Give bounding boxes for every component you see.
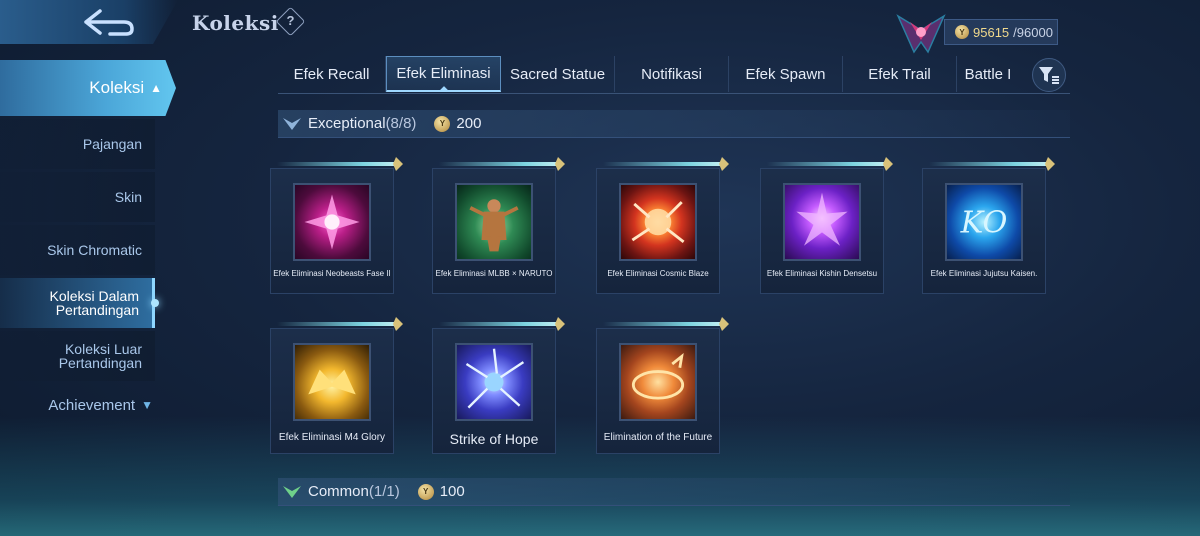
svg-text:KO: KO bbox=[960, 205, 1008, 240]
sidebar-item-label: Koleksi Luar Pertandingan bbox=[58, 341, 142, 371]
section-common: Common (1/1) Y 100 bbox=[278, 478, 1070, 506]
section-name: Common bbox=[308, 483, 369, 500]
chevron-up-icon: ▲ bbox=[150, 81, 162, 95]
tier-chevron-icon bbox=[283, 117, 301, 130]
effect-thumbnail bbox=[293, 183, 371, 261]
back-arrow-icon bbox=[84, 9, 134, 36]
back-button[interactable] bbox=[0, 0, 178, 44]
corner-ornament-icon bbox=[555, 157, 565, 171]
corner-ornament-icon bbox=[1045, 157, 1055, 171]
sidebar-item-koleksi-luar-pertandingan[interactable]: Koleksi Luar Pertandingan bbox=[0, 331, 155, 381]
tab-efek-recall[interactable]: Efek Recall bbox=[278, 56, 386, 92]
coin-icon: Y bbox=[434, 115, 451, 132]
sidebar: Koleksi ▲ Pajangan Skin Skin Chromatic K… bbox=[0, 60, 180, 425]
sidebar-item-koleksi-dalam-pertandingan[interactable]: Koleksi Dalam Pertandingan bbox=[0, 278, 159, 328]
tab-efek-spawn[interactable]: Efek Spawn bbox=[729, 56, 843, 92]
effect-thumbnail bbox=[293, 343, 371, 421]
section-cost-value: 100 bbox=[439, 483, 465, 500]
section-count: (1/1) bbox=[368, 483, 400, 500]
question-icon[interactable]: ? bbox=[275, 6, 306, 37]
card-label: Efek Eliminasi Jujutsu Kaisen. bbox=[930, 269, 1038, 278]
coin-icon: Y bbox=[955, 25, 969, 39]
rank-emblem-icon bbox=[896, 14, 946, 54]
filter-button[interactable] bbox=[1032, 58, 1066, 92]
currency-max: /96000 bbox=[1013, 24, 1053, 40]
card-topline bbox=[603, 322, 725, 326]
card-label: Efek Eliminasi Neobeasts Fase II bbox=[273, 269, 391, 278]
filter-icon bbox=[1039, 67, 1059, 84]
card-topline bbox=[439, 322, 561, 326]
card-label: Efek Eliminasi Kishin Densetsu bbox=[766, 269, 878, 278]
card-jujutsu-kaisen[interactable]: KO Efek Eliminasi Jujutsu Kaisen. bbox=[922, 157, 1055, 294]
chevron-down-icon: ▼ bbox=[141, 398, 153, 412]
effect-thumbnail bbox=[783, 183, 861, 261]
page-title: Koleksi bbox=[192, 11, 279, 35]
tab-efek-trail[interactable]: Efek Trail bbox=[843, 56, 957, 92]
coin-icon: Y bbox=[417, 483, 434, 500]
corner-ornament-icon bbox=[555, 317, 565, 331]
effect-thumbnail bbox=[455, 183, 533, 261]
card-label: Efek Eliminasi MLBB × NARUTO bbox=[435, 269, 553, 278]
card-cosmic-blaze[interactable]: Efek Eliminasi Cosmic Blaze bbox=[596, 157, 729, 294]
corner-ornament-icon bbox=[883, 157, 893, 171]
sidebar-item-achievement[interactable]: Achievement ▼ bbox=[0, 385, 155, 425]
corner-ornament-icon bbox=[719, 317, 729, 331]
card-m4-glory[interactable]: Efek Eliminasi M4 Glory bbox=[270, 317, 403, 454]
corner-ornament-icon bbox=[393, 317, 403, 331]
card-topline bbox=[277, 162, 399, 166]
tab-battle[interactable]: Battle I bbox=[957, 56, 1019, 92]
sidebar-item-skin[interactable]: Skin bbox=[0, 172, 155, 222]
sidebar-item-label: Skin Chromatic bbox=[47, 242, 142, 258]
card-topline bbox=[603, 162, 725, 166]
corner-ornament-icon bbox=[719, 157, 729, 171]
tab-notifikasi[interactable]: Notifikasi bbox=[615, 56, 729, 92]
card-strike-of-hope[interactable]: Strike of Hope bbox=[432, 317, 565, 454]
sidebar-item-pajangan[interactable]: Pajangan bbox=[0, 119, 155, 169]
section-name: Exceptional bbox=[308, 115, 386, 132]
corner-ornament-icon bbox=[393, 157, 403, 171]
section-cost-value: 200 bbox=[456, 115, 482, 132]
currency-current: 95615 bbox=[973, 24, 1010, 40]
section-cost: Y 100 bbox=[417, 483, 465, 500]
sidebar-achievement-label: Achievement bbox=[48, 396, 136, 414]
currency-display: Y 95615/96000 bbox=[944, 19, 1058, 45]
card-kishin-densetsu[interactable]: Efek Eliminasi Kishin Densetsu bbox=[760, 157, 893, 294]
sidebar-item-label: Pajangan bbox=[82, 136, 142, 152]
card-label: Elimination of the Future bbox=[603, 432, 713, 443]
card-neobeasts[interactable]: Efek Eliminasi Neobeasts Fase II bbox=[270, 157, 403, 294]
card-label: Strike of Hope bbox=[449, 431, 539, 447]
tab-bar: Efek Recall Efek Eliminasi Sacred Statue… bbox=[278, 56, 1070, 94]
card-topline bbox=[767, 162, 889, 166]
card-topline bbox=[929, 162, 1051, 166]
card-label: Efek Eliminasi M4 Glory bbox=[278, 432, 386, 443]
effect-thumbnail bbox=[455, 343, 533, 421]
section-exceptional: Exceptional (8/8) Y 200 bbox=[278, 110, 1070, 138]
tab-efek-eliminasi[interactable]: Efek Eliminasi bbox=[386, 56, 501, 92]
effect-thumbnail: KO bbox=[945, 183, 1023, 261]
card-naruto[interactable]: Efek Eliminasi MLBB × NARUTO bbox=[432, 157, 565, 294]
sidebar-item-label: Skin bbox=[114, 189, 142, 205]
tier-chevron-icon bbox=[283, 485, 301, 498]
effect-thumbnail bbox=[619, 183, 697, 261]
section-count: (8/8) bbox=[385, 115, 417, 132]
sidebar-item-label: Koleksi Dalam Pertandingan bbox=[49, 288, 139, 318]
sidebar-item-skin-chromatic[interactable]: Skin Chromatic bbox=[0, 225, 155, 275]
effect-thumbnail bbox=[619, 343, 697, 421]
card-label: Efek Eliminasi Cosmic Blaze bbox=[607, 269, 709, 278]
card-topline bbox=[439, 162, 561, 166]
sidebar-item-koleksi[interactable]: Koleksi ▲ bbox=[0, 60, 176, 116]
section-cost: Y 200 bbox=[434, 115, 481, 132]
sidebar-main-label: Koleksi bbox=[89, 78, 145, 97]
card-elimination-of-the-future[interactable]: Elimination of the Future bbox=[596, 317, 729, 454]
card-topline bbox=[277, 322, 399, 326]
tab-sacred-statue[interactable]: Sacred Statue bbox=[501, 56, 615, 92]
